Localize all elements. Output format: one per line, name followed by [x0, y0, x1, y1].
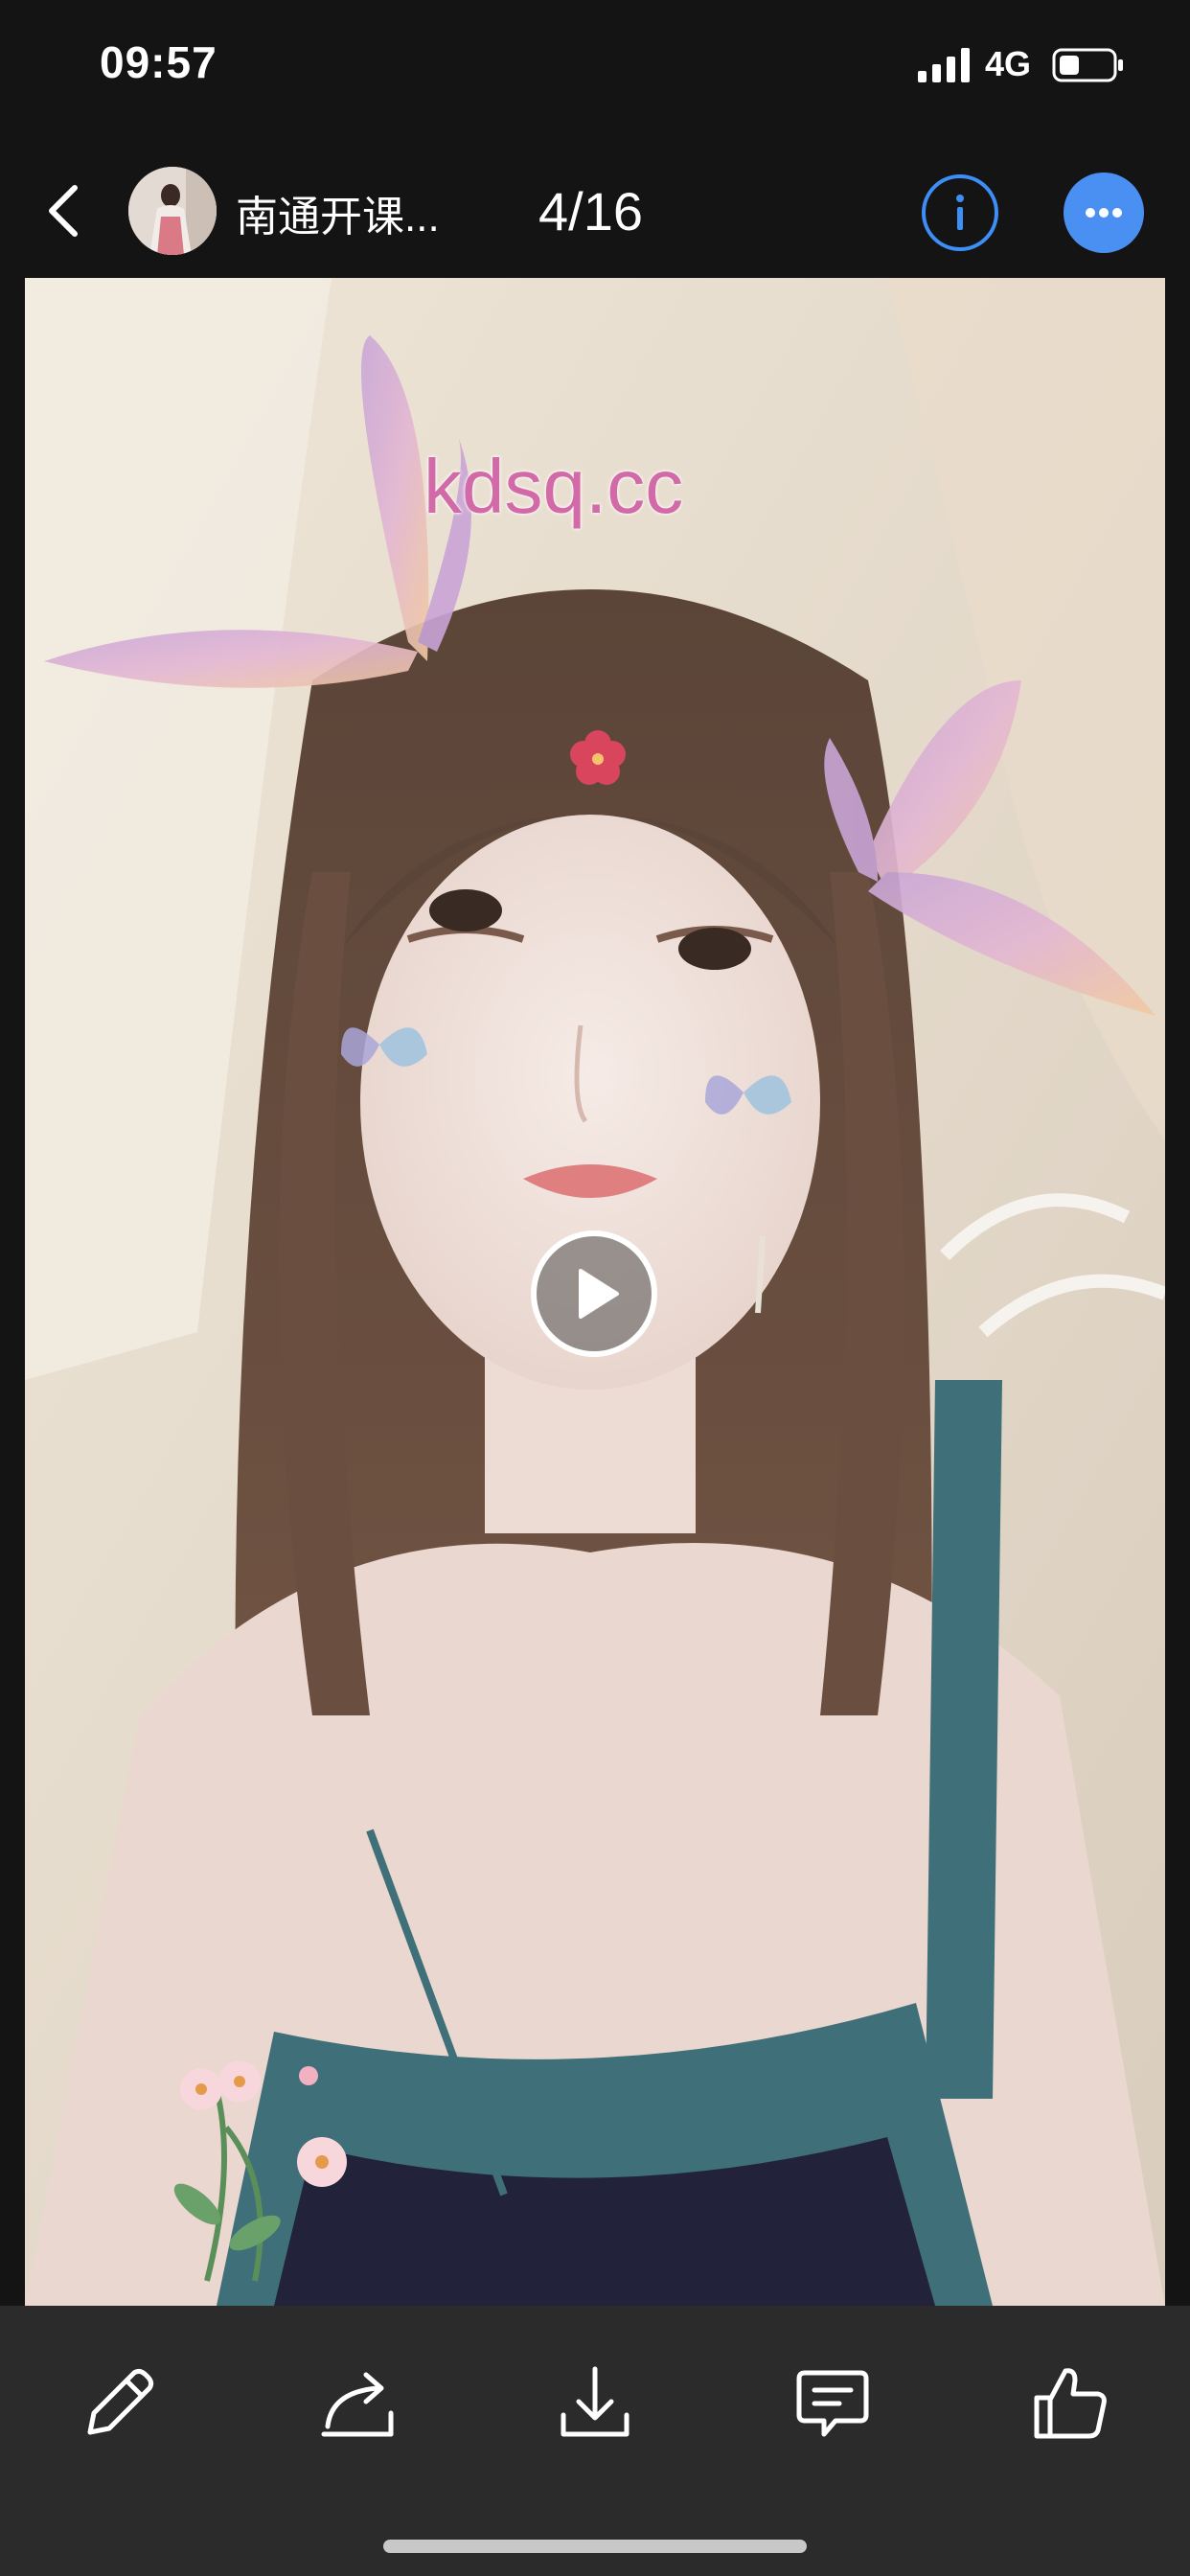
download-icon[interactable]	[552, 2359, 638, 2446]
nav-bar: 南通开课... 4/16	[0, 153, 1190, 268]
avatar[interactable]	[128, 167, 217, 255]
comment-icon[interactable]	[790, 2359, 876, 2446]
page-counter: 4/16	[538, 181, 643, 242]
info-icon	[956, 195, 964, 230]
watermark: kdsq.cc	[423, 444, 684, 529]
network-type: 4G	[985, 44, 1032, 83]
video-thumbnail[interactable]: kdsq.cc	[25, 278, 1165, 2306]
media-viewer-screen: 09:57 4G 南通开课... 4/16 kdsq.cc	[0, 0, 1190, 2576]
cellular-signal-icon	[918, 48, 970, 82]
status-bar: 09:57 4G	[0, 0, 1190, 126]
bottom-toolbar	[0, 2306, 1190, 2576]
share-forward-icon[interactable]	[314, 2359, 400, 2446]
more-dots-icon	[1086, 208, 1122, 218]
home-indicator	[383, 2540, 807, 2553]
more-button[interactable]	[1064, 172, 1144, 253]
edit-pencil-icon[interactable]	[77, 2359, 163, 2446]
chat-title[interactable]: 南通开课...	[236, 182, 466, 243]
play-button[interactable]	[531, 1230, 657, 1357]
battery-icon	[1052, 48, 1123, 82]
chevron-left-icon[interactable]	[40, 182, 90, 240]
status-time: 09:57	[100, 37, 217, 87]
info-button[interactable]	[922, 174, 998, 251]
thumbs-up-icon[interactable]	[1027, 2359, 1113, 2446]
play-icon	[579, 1269, 619, 1319]
